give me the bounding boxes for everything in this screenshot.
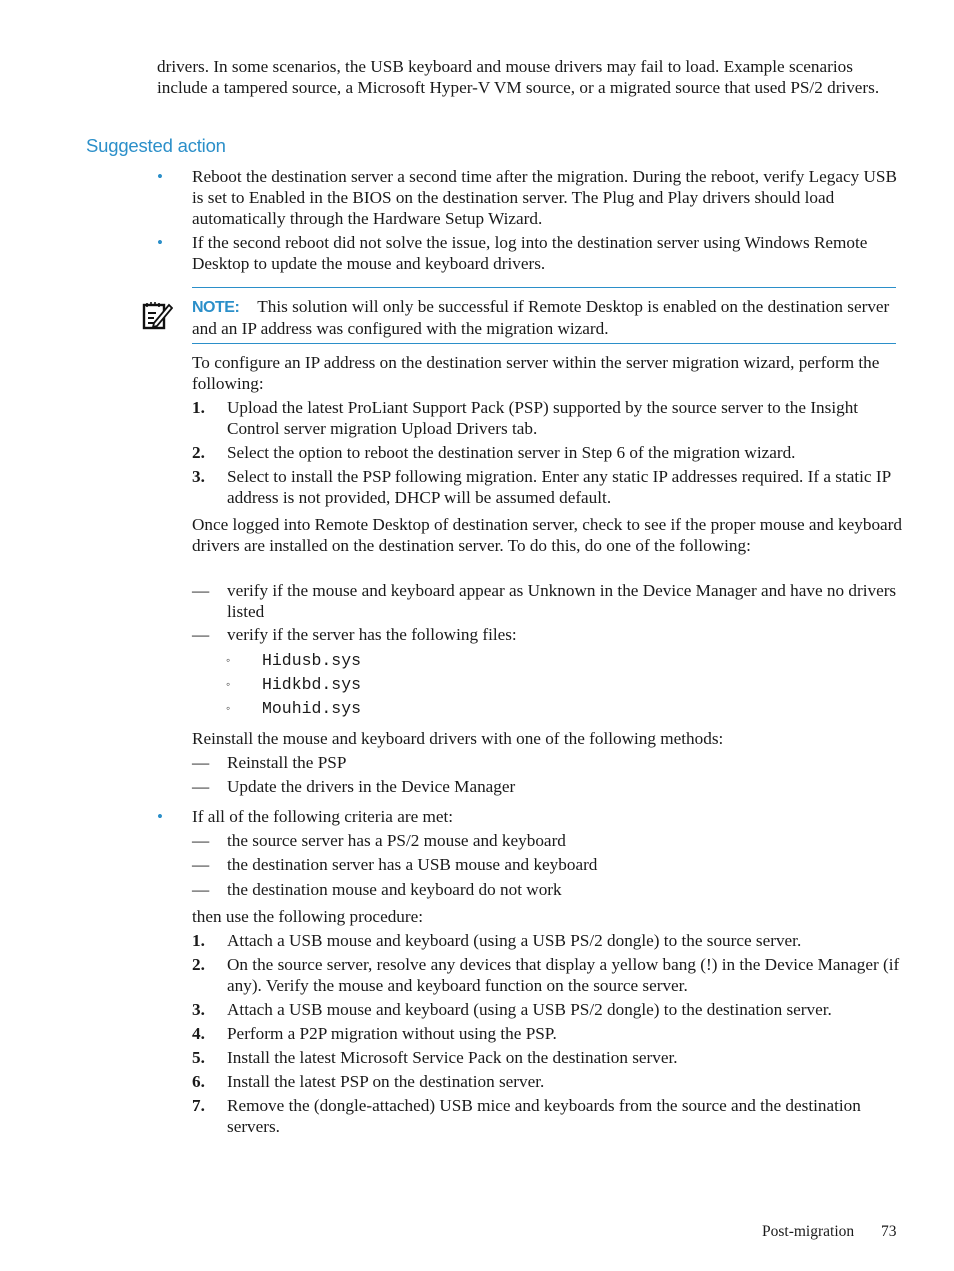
step-text: Install the latest PSP on the destinatio… [227,1072,545,1091]
step-number: 1. [192,931,205,950]
step-text: Remove the (dongle-attached) USB mice an… [227,1096,861,1136]
step-number: 7. [192,1096,205,1115]
procedure-intro: then use the following procedure: [192,907,424,926]
page-number: 73 [881,1223,897,1240]
circle-bullet-icon: ◦ [226,653,231,667]
bullet-icon: • [157,167,163,186]
method-text: Reinstall the PSP [227,753,347,772]
criteria-text: the destination mouse and keyboard do no… [227,880,562,899]
bullet-text: If all of the following criteria are met… [192,807,454,826]
step-number: 1. [192,398,205,417]
check-text: verify if the mouse and keyboard appear … [227,581,897,621]
step-number: 3. [192,467,205,486]
method-text: Update the drivers in the Device Manager [227,777,516,796]
dash-icon: — [192,880,210,899]
file-name: Hidkbd.sys [262,675,362,694]
bullet-icon: • [157,807,163,826]
dash-icon: — [192,777,210,796]
dash-icon: — [192,625,210,644]
criteria-text: the destination server has a USB mouse a… [227,855,598,874]
reinstall-intro: Reinstall the mouse and keyboard drivers… [192,729,724,748]
circle-bullet-icon: ◦ [226,677,231,691]
intro-paragraph: drivers. In some scenarios, the USB keyb… [157,57,880,97]
step-number: 5. [192,1048,205,1067]
dash-icon: — [192,831,210,850]
file-name: Hidusb.sys [262,651,362,670]
dash-icon: — [192,753,210,772]
check-text: verify if the server has the following f… [227,625,517,644]
file-name: Mouhid.sys [262,699,362,718]
step-number: 6. [192,1072,205,1091]
step-number: 3. [192,1000,205,1019]
step-text: Install the latest Microsoft Service Pac… [227,1048,678,1067]
note-label: NOTE: [192,299,240,316]
section-heading: Suggested action [86,135,226,156]
step-text: Perform a P2P migration without using th… [227,1024,557,1043]
note-body: NOTE: This solution will only be successf… [192,296,902,339]
step-text: Select to install the PSP following migr… [227,467,891,507]
note-pencil-icon [141,299,174,331]
note-top-rule [192,287,896,288]
step-number: 2. [192,955,205,974]
step-text: Attach a USB mouse and keyboard (using a… [227,931,802,950]
dash-icon: — [192,581,210,600]
dash-icon: — [192,855,210,874]
configure-intro: To configure an IP address on the destin… [192,353,880,393]
bullet-icon: • [157,233,163,252]
step-text: Attach a USB mouse and keyboard (using a… [227,1000,832,1019]
note-bottom-rule [192,343,896,344]
note-text: This solution will only be successful if… [192,297,890,338]
check-intro: Once logged into Remote Desktop of desti… [192,515,902,555]
step-text: On the source server, resolve any device… [227,955,900,995]
footer-section: Post-migration [762,1223,855,1240]
circle-bullet-icon: ◦ [226,701,231,715]
step-number: 4. [192,1024,205,1043]
criteria-text: the source server has a PS/2 mouse and k… [227,831,566,850]
step-text: Select the option to reboot the destinat… [227,443,796,462]
bullet-text: Reboot the destination server a second t… [192,167,897,228]
step-text: Upload the latest ProLiant Support Pack … [227,398,859,438]
step-number: 2. [192,443,205,462]
bullet-text: If the second reboot did not solve the i… [192,233,868,273]
